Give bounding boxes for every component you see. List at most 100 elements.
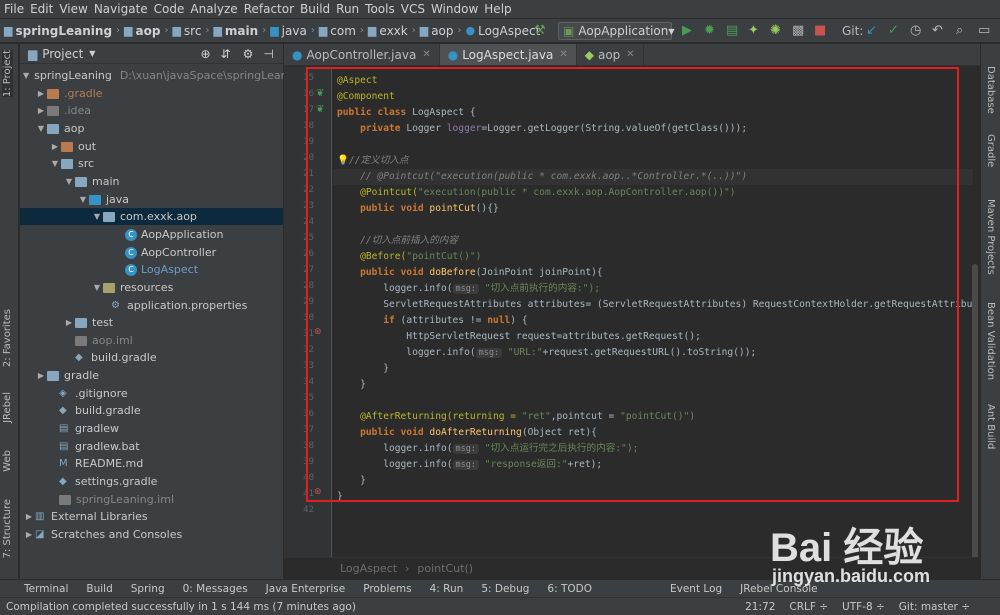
breadcrumb-class[interactable]: LogAspect bbox=[340, 562, 397, 575]
breadcrumb-method[interactable]: pointCut() bbox=[417, 562, 473, 575]
tool-todo[interactable]: 6: TODO bbox=[547, 583, 592, 595]
tree-item-src[interactable]: ▼ src bbox=[20, 155, 283, 172]
tree-item-settings-gradle[interactable]: ◆ settings.gradle bbox=[20, 473, 283, 490]
tab-project-tool[interactable]: 1: Project bbox=[2, 50, 13, 98]
tab-web[interactable]: Web bbox=[2, 450, 13, 472]
tab-logaspect[interactable]: ● LogAspect.java ✕ bbox=[439, 44, 577, 65]
git-update-icon[interactable]: ↙ bbox=[866, 22, 877, 40]
tree-item-scratches[interactable]: ▶ ◪ Scratches and Consoles bbox=[20, 526, 283, 543]
project-panel-title[interactable]: Project bbox=[42, 47, 83, 61]
tree-item-gradlew-bat[interactable]: ▤ gradlew.bat bbox=[20, 438, 283, 455]
coverage-icon[interactable]: ▤ bbox=[726, 22, 738, 40]
collapse-icon[interactable]: ⇵ bbox=[221, 47, 231, 61]
breadcrumb-java[interactable]: ▆ java › bbox=[270, 24, 315, 38]
jrebel-run-icon[interactable]: ✦ bbox=[748, 22, 759, 40]
menu-edit[interactable]: Edit bbox=[30, 0, 59, 18]
tool-problems[interactable]: Problems bbox=[363, 583, 411, 595]
tree-item-resources[interactable]: ▼ resources bbox=[20, 279, 283, 296]
build-hammer-icon[interactable]: ⚒ bbox=[534, 22, 546, 40]
tree-item-aop[interactable]: ▼ aop bbox=[20, 120, 283, 137]
menu-file[interactable]: File bbox=[4, 0, 30, 18]
debug-icon[interactable]: ✹ bbox=[704, 22, 715, 40]
menu-code[interactable]: Code bbox=[154, 0, 191, 18]
menu-analyze[interactable]: Analyze bbox=[190, 0, 243, 18]
sync-icon[interactable]: ⊕ bbox=[200, 47, 210, 61]
breadcrumb-project[interactable]: ▆ springLeaning › bbox=[4, 24, 120, 38]
tool-terminal[interactable]: Terminal bbox=[24, 583, 68, 595]
breadcrumb-aop-pkg[interactable]: ▆ aop › bbox=[420, 24, 462, 38]
tree-item-external-libraries[interactable]: ▶ ▥ External Libraries bbox=[20, 508, 283, 525]
tree-item-aopcontroller[interactable]: C AopController bbox=[20, 244, 283, 261]
tree-item-java[interactable]: ▼ java bbox=[20, 191, 283, 208]
menu-refactor[interactable]: Refactor bbox=[244, 0, 300, 18]
breadcrumb-com[interactable]: ▆ com › bbox=[319, 24, 364, 38]
menu-help[interactable]: Help bbox=[484, 0, 517, 18]
menu-navigate[interactable]: Navigate bbox=[94, 0, 154, 18]
attach-icon[interactable]: ▩ bbox=[792, 22, 804, 40]
tool-build[interactable]: Build bbox=[86, 583, 112, 595]
tab-ant-build[interactable]: Ant Build bbox=[985, 404, 996, 449]
run-config-select[interactable]: ▣ AopApplication ▼ bbox=[558, 22, 675, 40]
menu-window[interactable]: Window bbox=[431, 0, 484, 18]
tree-item-gradle-dir[interactable]: ▶ .gradle bbox=[20, 85, 283, 102]
tree-item-springleaning-iml[interactable]: springLeaning.iml bbox=[20, 491, 283, 508]
tree-item-main[interactable]: ▼ main bbox=[20, 173, 283, 190]
menu-build[interactable]: Build bbox=[300, 0, 336, 18]
tree-item-springleaning[interactable]: ▼ springLeaning D:\xuan\javaSpace\springLe… bbox=[20, 67, 291, 84]
tree-item-logaspect[interactable]: C LogAspect bbox=[20, 261, 283, 278]
tree-item-test[interactable]: ▶ test bbox=[20, 314, 283, 331]
menu-tools[interactable]: Tools bbox=[365, 0, 401, 18]
window-icon[interactable]: ▭ bbox=[978, 22, 990, 40]
gear-icon[interactable]: ⚙ bbox=[243, 47, 254, 61]
menu-vcs[interactable]: VCS bbox=[401, 0, 431, 18]
tree-item-build-gradle[interactable]: ◆ build.gradle bbox=[20, 402, 283, 419]
breadcrumb-aop[interactable]: ▆ aop › bbox=[124, 24, 168, 38]
tree-item-idea[interactable]: ▶ .idea bbox=[20, 102, 283, 119]
tree-item-package[interactable]: ▼ com.exxk.aop bbox=[20, 208, 283, 225]
stop-icon[interactable]: ■ bbox=[814, 22, 826, 40]
close-icon[interactable]: ✕ bbox=[626, 49, 634, 60]
git-commit-icon[interactable]: ✓ bbox=[888, 22, 899, 40]
caret-position[interactable]: 21:72 bbox=[745, 601, 775, 613]
git-branch[interactable]: Git: master ÷ bbox=[899, 601, 970, 613]
tree-item-out[interactable]: ▶ out bbox=[20, 138, 283, 155]
tree-item-gitignore[interactable]: ◈ .gitignore bbox=[20, 385, 283, 402]
close-icon[interactable]: ✕ bbox=[559, 49, 567, 60]
run-icon[interactable]: ▶ bbox=[682, 22, 692, 40]
search-icon[interactable]: ⌕ bbox=[956, 22, 963, 40]
tool-event-log[interactable]: Event Log bbox=[670, 583, 722, 595]
tab-maven[interactable]: Maven Projects bbox=[985, 199, 996, 275]
hide-icon[interactable]: ⊣ bbox=[263, 47, 273, 61]
tree-item-gradle[interactable]: ▶ gradle bbox=[20, 367, 283, 384]
editor-scrollbar[interactable] bbox=[972, 264, 978, 574]
jrebel-debug-icon[interactable]: ✺ bbox=[770, 22, 781, 40]
tool-run[interactable]: 4: Run bbox=[430, 583, 464, 595]
history-icon[interactable]: ◷ bbox=[910, 22, 921, 40]
file-encoding[interactable]: UTF-8 ÷ bbox=[842, 601, 885, 613]
tool-java-enterprise[interactable]: Java Enterprise bbox=[266, 583, 346, 595]
chevron-down-icon[interactable]: ▼ bbox=[89, 49, 95, 58]
breadcrumb-logaspect[interactable]: ● LogAspect bbox=[466, 24, 541, 38]
revert-icon[interactable]: ↶ bbox=[932, 22, 943, 40]
menu-view[interactable]: View bbox=[59, 0, 93, 18]
close-icon[interactable]: ✕ bbox=[422, 49, 430, 60]
tree-item-readme[interactable]: M README.md bbox=[20, 455, 283, 472]
tab-bean-validation[interactable]: Bean Validation bbox=[985, 302, 996, 380]
tree-item-aop-build-gradle[interactable]: ◆ build.gradle bbox=[20, 349, 283, 366]
breadcrumb-exxk[interactable]: ▆ exxk › bbox=[368, 24, 416, 38]
tool-messages[interactable]: 0: Messages bbox=[183, 583, 248, 595]
tab-database[interactable]: Database bbox=[985, 66, 996, 114]
tool-debug[interactable]: 5: Debug bbox=[481, 583, 529, 595]
line-separator[interactable]: CRLF ÷ bbox=[789, 601, 828, 613]
tab-favorites[interactable]: 2: Favorites bbox=[2, 309, 13, 367]
tab-aopcontroller[interactable]: ● AopController.java ✕ bbox=[284, 44, 440, 65]
tab-jrebel[interactable]: JRebel bbox=[2, 392, 13, 423]
tree-item-application-properties[interactable]: ⚙ application.properties bbox=[20, 297, 283, 314]
breadcrumb-src[interactable]: ▆ src › bbox=[172, 24, 209, 38]
tool-spring[interactable]: Spring bbox=[131, 583, 165, 595]
tree-item-aopapplication[interactable]: C AopApplication bbox=[20, 226, 283, 243]
tab-gradle[interactable]: Gradle bbox=[985, 134, 996, 167]
tab-structure[interactable]: 7: Structure bbox=[2, 499, 13, 558]
breadcrumb-main[interactable]: ▆ main › bbox=[213, 24, 266, 38]
tab-aop[interactable]: ◆ aop ✕ bbox=[577, 44, 644, 65]
